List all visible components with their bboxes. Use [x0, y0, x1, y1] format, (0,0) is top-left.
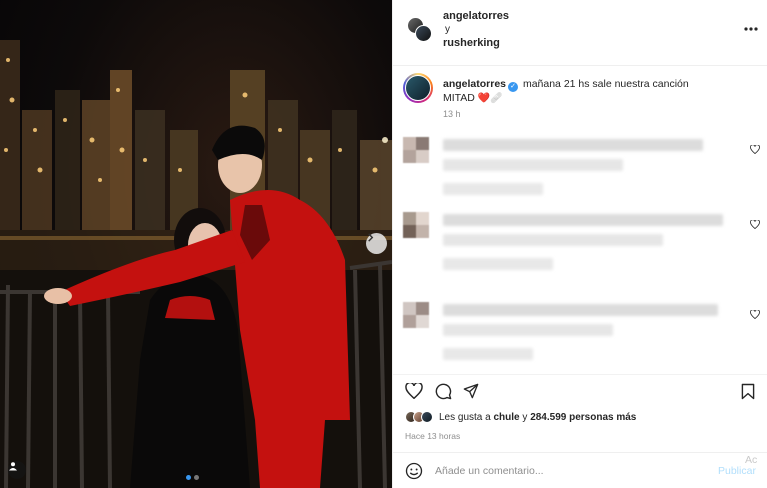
caption-emojis: ❤️🩹 — [477, 93, 503, 104]
verified-badge-icon: ✓ — [508, 82, 519, 92]
post-action-bar — [393, 374, 767, 408]
comment-item-blurred — [393, 298, 767, 368]
comment-like-icon[interactable] — [750, 145, 760, 154]
avatar — [403, 212, 429, 238]
caption-line-1: mañana 21 hs sale nuestra canción — [522, 78, 689, 90]
collaborator-username[interactable]: rusherking — [443, 37, 500, 49]
photo-illustration — [0, 40, 392, 488]
carousel-indicator — [186, 475, 199, 480]
avatar — [403, 137, 429, 163]
blurred-text — [443, 304, 718, 316]
blurred-text — [443, 183, 543, 195]
likes-text: Les gusta a chule y 284.599 personas más — [439, 412, 636, 423]
user-tag-icon — [9, 462, 17, 471]
activation-watermark: Ac — [745, 454, 758, 466]
blurred-text — [443, 234, 663, 246]
author-username[interactable]: angelatorres — [443, 10, 509, 22]
comment-input[interactable] — [435, 462, 695, 480]
caption-username[interactable]: angelatorres — [443, 78, 506, 90]
collab-avatars[interactable] — [407, 17, 435, 45]
blurred-text — [443, 348, 533, 360]
chevron-right-icon — [368, 233, 374, 242]
blurred-text — [443, 139, 703, 151]
collab-conjunction: y — [445, 24, 450, 35]
likes-count[interactable]: 284.599 personas más — [530, 412, 636, 423]
post-side-panel: angelatorres y rusherking angelatorres ✓ … — [392, 0, 767, 488]
blurred-text — [443, 258, 553, 270]
user-tag-button[interactable] — [8, 461, 26, 479]
caption-timestamp[interactable]: 13 h — [443, 109, 461, 119]
carousel-dot-active — [186, 475, 191, 480]
caption-text: angelatorres ✓ mañana 21 hs sale nuestra … — [443, 78, 753, 105]
avatar — [415, 25, 432, 42]
caption-avatar[interactable] — [403, 73, 433, 103]
add-comment-bar: Publicar — [393, 452, 767, 488]
instagram-post-view: angelatorres y rusherking angelatorres ✓ … — [0, 0, 767, 488]
comment-like-icon[interactable] — [750, 220, 760, 229]
likes-prefix: Les gusta a — [439, 411, 491, 423]
blurred-text — [443, 324, 613, 336]
likes-summary[interactable]: Les gusta a chule y 284.599 personas más — [405, 411, 636, 423]
more-options-icon — [744, 27, 758, 31]
comment-icon[interactable] — [435, 383, 452, 400]
comment-item-blurred — [393, 135, 767, 205]
blurred-text — [443, 159, 623, 171]
bookmark-icon[interactable] — [741, 383, 755, 400]
post-date[interactable]: Hace 13 horas — [405, 431, 460, 441]
post-photo[interactable] — [0, 0, 392, 488]
likes-user[interactable]: chule — [494, 412, 520, 423]
likes-connector: y — [522, 411, 528, 423]
caption-line-2: MITAD — [443, 92, 475, 104]
avatar — [421, 411, 433, 423]
heart-icon[interactable] — [405, 383, 423, 399]
comment-like-icon[interactable] — [750, 310, 760, 319]
more-options-button[interactable] — [744, 22, 758, 32]
carousel-dot — [194, 475, 199, 480]
emoji-icon[interactable] — [405, 462, 423, 480]
avatar — [403, 302, 429, 328]
share-icon[interactable] — [463, 383, 479, 399]
comment-item-blurred — [393, 210, 767, 280]
next-slide-button[interactable] — [366, 233, 387, 254]
blurred-text — [443, 214, 723, 226]
post-header: angelatorres y rusherking — [393, 0, 767, 66]
